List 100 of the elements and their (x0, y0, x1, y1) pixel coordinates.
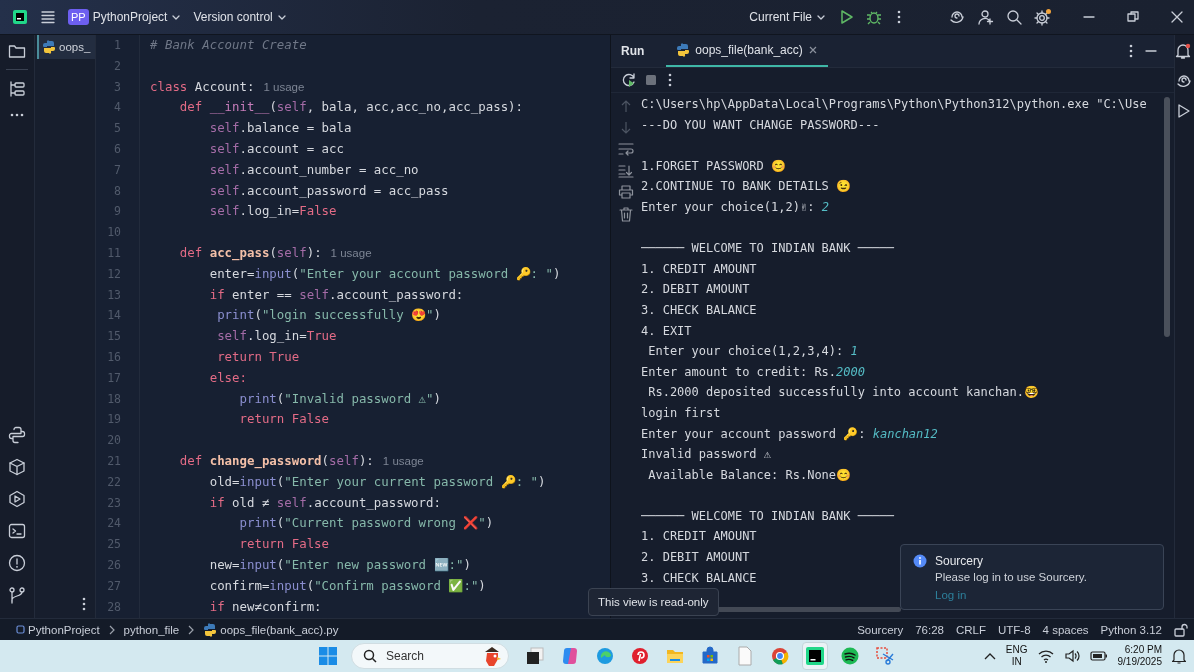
packages-icon[interactable] (8, 458, 26, 476)
search-field[interactable]: Search (351, 643, 509, 669)
usage-hint[interactable]: 1 usage (382, 450, 424, 472)
more-icon[interactable] (81, 596, 87, 612)
terminal-icon[interactable] (8, 522, 26, 540)
copilot-logo-icon (560, 646, 580, 666)
spotify-logo-icon (840, 646, 860, 666)
windows-logo-icon[interactable] (318, 646, 338, 666)
editor-tab[interactable]: oops_ (37, 35, 95, 59)
services-icon[interactable] (8, 490, 26, 508)
status-item[interactable]: 76:28 (915, 623, 944, 636)
problems-icon[interactable] (8, 554, 26, 572)
print-icon[interactable] (618, 185, 634, 199)
line-number: 1 (113, 37, 122, 54)
app-logo-icon[interactable] (12, 9, 28, 25)
scroll-to-end-icon[interactable] (618, 163, 634, 178)
line-number: 25 (106, 536, 122, 554)
status-item[interactable]: 4 spaces (1042, 623, 1089, 636)
structure-icon[interactable] (8, 80, 26, 98)
line-number: 5 (113, 120, 122, 138)
console-line: Enter your choice(1,2,3,4): 1 (647, 344, 858, 359)
close-icon[interactable] (807, 45, 818, 55)
console-line: Enter amount to credit: Rs.2000 (641, 364, 865, 379)
console-line: Invalid password ⚠ (641, 447, 772, 462)
breadcrumb[interactable]: PythonProject (16, 623, 100, 636)
spiral-icon[interactable] (1175, 73, 1191, 89)
status-item[interactable]: UTF-8 (998, 623, 1031, 636)
code-line: def change_password(self): (178, 451, 374, 471)
console-line: 1. CREDIT AMOUNT (641, 529, 757, 544)
restore-icon[interactable] (1126, 10, 1140, 24)
code-line: class Account: (150, 77, 255, 96)
status-item[interactable]: Python 3.12 (1100, 623, 1162, 636)
clock[interactable]: 6:20 PM 9/19/2025 (1117, 644, 1162, 668)
scrollbar[interactable] (1164, 97, 1170, 337)
bell-icon[interactable] (1172, 648, 1186, 664)
project-selector[interactable]: PythonProject (92, 10, 182, 24)
line-number: 20 (106, 432, 122, 450)
code-line: self.account = acc (208, 140, 344, 158)
soft-wrap-icon[interactable] (618, 142, 634, 156)
code-line: enter=input("Enter your account password 🔑: ") (208, 264, 561, 283)
code-line: print("login successfully 😍") (216, 306, 442, 325)
folder-icon[interactable] (8, 43, 26, 59)
run-icon[interactable] (838, 9, 854, 25)
run-configuration-selector[interactable]: Current File (749, 10, 826, 24)
breadcrumb[interactable]: oops_file(bank_acc).py (203, 622, 339, 637)
line-number: 24 (106, 515, 122, 533)
search-icon (363, 649, 377, 663)
status-item[interactable]: CRLF (955, 623, 986, 636)
add-user-icon[interactable] (978, 9, 994, 25)
info-icon (913, 554, 927, 568)
battery-icon[interactable] (1089, 650, 1108, 662)
code-line: if new≠confirm: (208, 597, 322, 616)
code-line: new=input("Enter new password 🆕:") (208, 555, 471, 574)
wifi-icon[interactable] (1037, 649, 1054, 663)
trash-icon[interactable] (619, 206, 633, 222)
line-number: 11 (106, 244, 122, 262)
spiral-icon[interactable] (948, 9, 966, 25)
lock-icon[interactable] (1174, 622, 1188, 637)
code-line: print("Current password wrong ❌") (238, 514, 494, 533)
code-line: self.account_password = acc_pass (208, 181, 449, 200)
line-number: 12 (106, 265, 122, 283)
taskbar-button[interactable] (802, 642, 828, 670)
more-icon[interactable] (1128, 43, 1134, 59)
search-icon[interactable] (1006, 9, 1022, 25)
rerun-icon[interactable] (621, 72, 637, 88)
console-line: 2.CONTINUE TO BANK DETAILS 😉 (641, 179, 852, 194)
version-control-menu[interactable]: Version control (193, 10, 287, 24)
more-icon[interactable] (667, 72, 673, 88)
console-line: Available Balance: Rs.None😊 (647, 467, 852, 482)
notification-title: Sourcery (935, 554, 985, 568)
stop-icon[interactable] (645, 74, 657, 86)
tooltip: This view is read-only (588, 588, 719, 616)
chrome-browser-icon (770, 646, 790, 666)
usage-hint[interactable]: 1 usage (263, 76, 305, 98)
console-line: 4. EXIT (641, 323, 692, 338)
menu-icon[interactable] (40, 9, 56, 25)
breadcrumb[interactable]: python_file (123, 623, 180, 636)
usage-hint[interactable]: 1 usage (330, 242, 372, 264)
settings-icon[interactable] (1034, 8, 1052, 26)
language-indicator[interactable]: ENG IN (1005, 644, 1028, 668)
python-icon[interactable] (8, 426, 26, 444)
code-line: return False (238, 535, 330, 554)
console-line: 3. CHECK BALANCE (641, 302, 757, 317)
run-icon[interactable] (1175, 103, 1191, 119)
edge-browser-icon (595, 646, 615, 666)
code-line: old=input("Enter your current password 🔑: ") (208, 472, 546, 491)
status-item[interactable]: Sourcery (857, 623, 904, 636)
caret-up-icon[interactable] (983, 652, 996, 660)
git-branch-icon[interactable] (8, 586, 26, 604)
close-icon[interactable] (1170, 10, 1184, 24)
more-icon[interactable] (896, 9, 902, 25)
pinterest-logo-icon (630, 646, 650, 666)
panel-title: Run (621, 44, 645, 58)
volume-icon[interactable] (1063, 649, 1080, 663)
run-tab[interactable]: oops_file(bank_acc) (666, 35, 828, 67)
bug-icon[interactable] (866, 9, 882, 25)
more-icon[interactable] (9, 112, 25, 118)
module-icon (16, 625, 25, 634)
line-number: 16 (106, 348, 122, 366)
login-link[interactable]: Log in (935, 589, 1087, 601)
